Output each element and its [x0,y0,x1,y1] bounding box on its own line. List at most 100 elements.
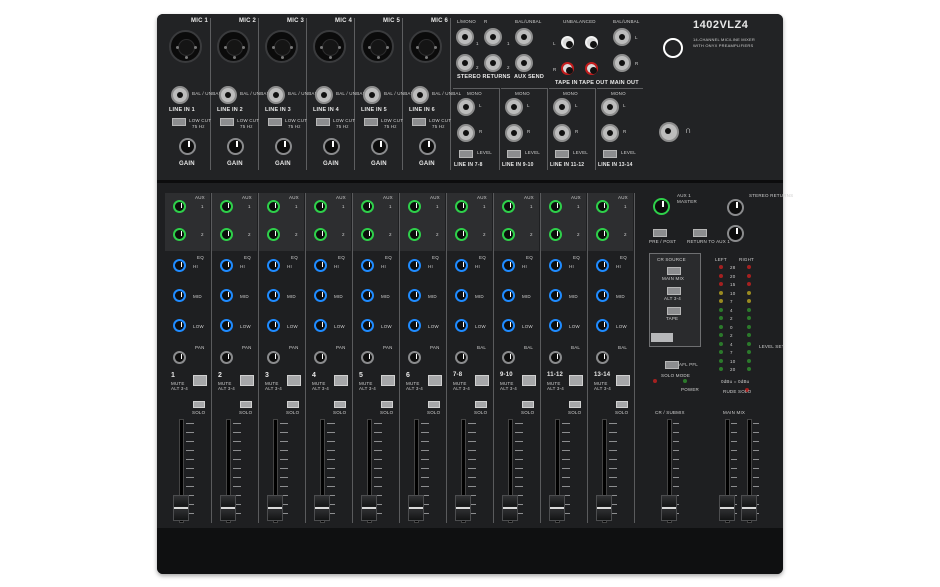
gain-knob[interactable] [275,138,292,155]
mute-button[interactable] [522,375,536,386]
eq-hi-knob[interactable] [455,259,468,272]
eq-hi-knob[interactable] [361,259,374,272]
bal-knob[interactable] [549,351,562,364]
mute-button[interactable] [287,375,301,386]
level-switch[interactable] [555,150,569,158]
cr-submix-fader[interactable] [661,495,677,521]
pan-knob[interactable] [220,351,233,364]
low-cut-switch[interactable] [412,118,426,126]
solo-button[interactable] [193,401,205,408]
aux2-knob[interactable] [549,228,562,241]
eq-low-knob[interactable] [220,319,233,332]
gain-knob[interactable] [323,138,340,155]
aux2-knob[interactable] [502,228,515,241]
solo-button[interactable] [569,401,581,408]
mic-xlr-input[interactable] [217,30,250,63]
aux1-knob[interactable] [267,200,280,213]
bal-knob[interactable] [596,351,609,364]
solo-button[interactable] [616,401,628,408]
aux2-knob[interactable] [173,228,186,241]
mute-button[interactable] [428,375,442,386]
mic-xlr-input[interactable] [265,30,298,63]
gain-knob[interactable] [371,138,388,155]
cr-tape-switch[interactable] [667,307,681,315]
mic-xlr-input[interactable] [361,30,394,63]
tape-in-l-rca[interactable] [561,36,574,49]
eq-hi-knob[interactable] [220,259,233,272]
aux-send-2-jack[interactable] [515,54,533,72]
stereo-line-l-jack[interactable] [457,98,475,116]
eq-mid-knob[interactable] [596,289,609,302]
eq-hi-knob[interactable] [549,259,562,272]
bal-knob[interactable] [502,351,515,364]
aux-send-1-jack[interactable] [515,28,533,46]
channel-fader[interactable] [596,495,612,521]
mute-button[interactable] [240,375,254,386]
channel-fader[interactable] [173,495,189,521]
aux1-knob[interactable] [502,200,515,213]
low-cut-switch[interactable] [316,118,330,126]
cr-alt34-switch[interactable] [667,287,681,295]
line-in-jack[interactable] [363,86,381,104]
eq-low-knob[interactable] [455,319,468,332]
aux2-knob[interactable] [408,228,421,241]
eq-low-knob[interactable] [267,319,280,332]
channel-fader[interactable] [502,495,518,521]
stereo-return-r-jack[interactable] [484,28,502,46]
tape-in-r-rca[interactable] [561,62,574,75]
eq-low-knob[interactable] [173,319,186,332]
aux1-knob[interactable] [361,200,374,213]
phones-jack[interactable] [659,122,679,142]
aux2-knob[interactable] [267,228,280,241]
mute-button[interactable] [334,375,348,386]
mute-button[interactable] [616,375,630,386]
stereo-line-r-jack[interactable] [553,124,571,142]
gain-knob[interactable] [419,138,436,155]
eq-low-knob[interactable] [408,319,421,332]
eq-hi-knob[interactable] [267,259,280,272]
pan-knob[interactable] [408,351,421,364]
solo-button[interactable] [287,401,299,408]
stereo-line-l-jack[interactable] [505,98,523,116]
aux1-knob[interactable] [455,200,468,213]
eq-mid-knob[interactable] [220,289,233,302]
main-mix-left-fader[interactable] [719,495,735,521]
low-cut-switch[interactable] [268,118,282,126]
eq-mid-knob[interactable] [267,289,280,302]
stereo-line-l-jack[interactable] [553,98,571,116]
pan-knob[interactable] [267,351,280,364]
main-out-l-jack[interactable] [613,28,631,46]
solo-button[interactable] [381,401,393,408]
aux2-knob[interactable] [455,228,468,241]
eq-mid-knob[interactable] [408,289,421,302]
solo-button[interactable] [428,401,440,408]
pan-knob[interactable] [173,351,186,364]
aux2-knob[interactable] [596,228,609,241]
stereo-return-l2-jack[interactable] [456,54,474,72]
solo-button[interactable] [334,401,346,408]
pan-knob[interactable] [361,351,374,364]
eq-hi-knob[interactable] [314,259,327,272]
eq-hi-knob[interactable] [408,259,421,272]
aux1-knob[interactable] [173,200,186,213]
aux1-knob[interactable] [596,200,609,213]
mic-xlr-input[interactable] [169,30,202,63]
aux2-knob[interactable] [314,228,327,241]
eq-mid-knob[interactable] [314,289,327,302]
eq-low-knob[interactable] [549,319,562,332]
channel-fader[interactable] [314,495,330,521]
line-in-jack[interactable] [267,86,285,104]
mute-button[interactable] [381,375,395,386]
eq-mid-knob[interactable] [502,289,515,302]
eq-mid-knob[interactable] [549,289,562,302]
line-in-jack[interactable] [411,86,429,104]
aux2-knob[interactable] [361,228,374,241]
mute-button[interactable] [475,375,489,386]
cr-main-mix-switch[interactable] [667,267,681,275]
channel-fader[interactable] [267,495,283,521]
mic-xlr-input[interactable] [409,30,442,63]
stereo-return-l-jack[interactable] [456,28,474,46]
eq-mid-knob[interactable] [455,289,468,302]
gain-knob[interactable] [179,138,196,155]
eq-low-knob[interactable] [596,319,609,332]
